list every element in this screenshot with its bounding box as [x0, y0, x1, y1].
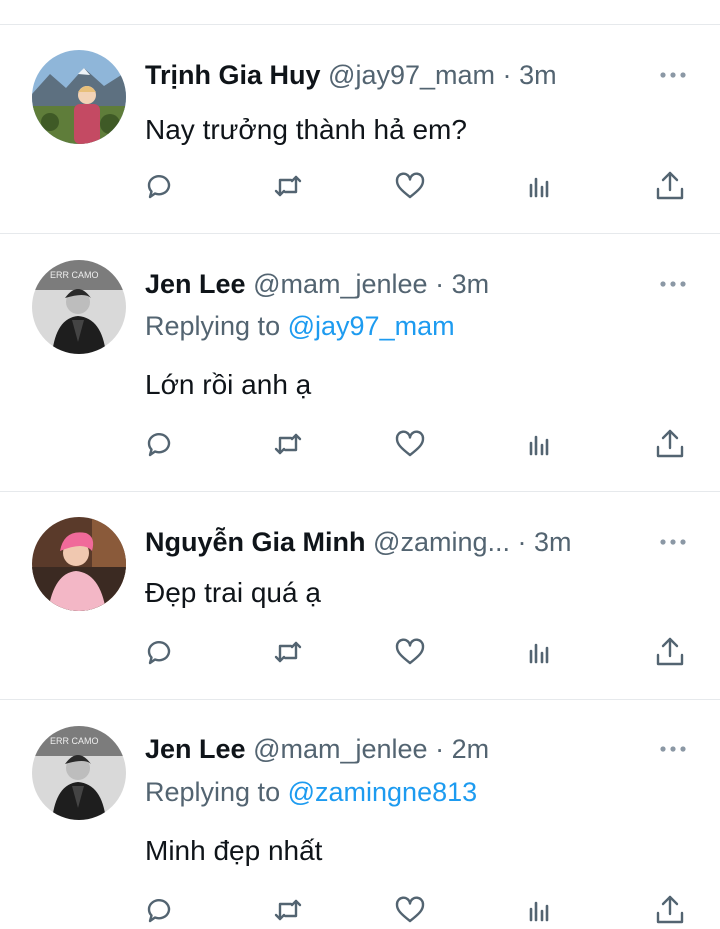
tweet-text: Đẹp trai quá ạ: [145, 577, 321, 608]
user-handle[interactable]: @mam_jenlee: [253, 734, 428, 764]
replying-to: Replying to @zamingne813: [145, 774, 477, 810]
tweet[interactable]: Nguyễn Gia Minh @zaming... · 3m Đẹp trai…: [0, 492, 720, 699]
separator-dot: ·: [435, 734, 445, 764]
tweet-text: Nay trưởng thành hả em?: [145, 114, 467, 145]
timestamp[interactable]: 3m: [534, 527, 572, 557]
timestamp[interactable]: 3m: [452, 269, 490, 299]
more-icon[interactable]: [655, 532, 691, 552]
avatar-bw-image: ERR CAMO: [32, 260, 126, 354]
avatar[interactable]: [32, 517, 126, 611]
share-icon[interactable]: [652, 634, 688, 670]
replying-to: Replying to @jay97_mam: [145, 308, 455, 344]
separator-dot: ·: [435, 269, 445, 299]
like-icon[interactable]: [392, 168, 428, 204]
tweet-text: Minh đẹp nhất: [145, 835, 323, 866]
reply-icon[interactable]: [141, 892, 177, 928]
action-bar: [0, 892, 720, 928]
user-handle[interactable]: @mam_jenlee: [253, 269, 428, 299]
share-icon[interactable]: [652, 168, 688, 204]
retweet-icon[interactable]: [270, 426, 306, 462]
like-icon[interactable]: [392, 634, 428, 670]
avatar[interactable]: ERR CAMO: [32, 260, 126, 354]
action-bar: [0, 426, 720, 462]
more-icon[interactable]: [655, 65, 691, 85]
avatar[interactable]: [32, 50, 126, 144]
timestamp[interactable]: 3m: [519, 60, 557, 90]
display-name[interactable]: Nguyễn Gia Minh: [145, 527, 366, 557]
svg-text:ERR CAMO: ERR CAMO: [50, 736, 99, 746]
reply-icon[interactable]: [141, 426, 177, 462]
retweet-icon[interactable]: [270, 168, 306, 204]
avatar-bw-image: ERR CAMO: [32, 726, 126, 820]
timestamp[interactable]: 2m: [452, 734, 490, 764]
retweet-icon[interactable]: [270, 892, 306, 928]
action-bar: [0, 168, 720, 204]
avatar-pink-hair-image: [32, 517, 126, 611]
tweet[interactable]: Trịnh Gia Huy @jay97_mam · 3m Nay trưởng…: [0, 25, 720, 233]
tweet-header: Jen Lee @mam_jenlee · 2m: [145, 729, 489, 769]
tweet-text: Lớn rồi anh ạ: [145, 369, 312, 400]
share-icon[interactable]: [652, 892, 688, 928]
separator-dot: ·: [517, 527, 527, 557]
action-bar: [0, 634, 720, 670]
avatar-landscape-image: [32, 50, 126, 144]
analytics-icon[interactable]: [521, 892, 557, 928]
reply-icon[interactable]: [141, 634, 177, 670]
retweet-icon[interactable]: [270, 634, 306, 670]
tweet-header: Nguyễn Gia Minh @zaming... · 3m: [145, 522, 572, 562]
analytics-icon[interactable]: [521, 168, 557, 204]
avatar[interactable]: ERR CAMO: [32, 726, 126, 820]
like-icon[interactable]: [392, 892, 428, 928]
svg-text:ERR CAMO: ERR CAMO: [50, 270, 99, 280]
reply-mention-link[interactable]: @jay97_mam: [288, 311, 455, 341]
more-icon[interactable]: [655, 274, 691, 294]
display-name[interactable]: Trịnh Gia Huy: [145, 60, 321, 90]
tweet[interactable]: ERR CAMO Jen Lee @mam_jenlee · 2m Replyi…: [0, 700, 720, 929]
analytics-icon[interactable]: [521, 426, 557, 462]
reply-icon[interactable]: [141, 168, 177, 204]
tweet-header: Trịnh Gia Huy @jay97_mam · 3m: [145, 55, 557, 95]
replying-prefix: Replying to: [145, 311, 281, 341]
reply-mention-link[interactable]: @zamingne813: [288, 777, 478, 807]
tweet[interactable]: ERR CAMO Jen Lee @mam_jenlee · 3m Replyi…: [0, 234, 720, 491]
replying-prefix: Replying to: [145, 777, 281, 807]
share-icon[interactable]: [652, 426, 688, 462]
analytics-icon[interactable]: [521, 634, 557, 670]
user-handle[interactable]: @zaming...: [373, 527, 510, 557]
tweet-header: Jen Lee @mam_jenlee · 3m: [145, 264, 489, 304]
user-handle[interactable]: @jay97_mam: [328, 60, 495, 90]
display-name[interactable]: Jen Lee: [145, 269, 246, 299]
more-icon[interactable]: [655, 739, 691, 759]
like-icon[interactable]: [392, 426, 428, 462]
separator-dot: ·: [502, 60, 512, 90]
display-name[interactable]: Jen Lee: [145, 734, 246, 764]
